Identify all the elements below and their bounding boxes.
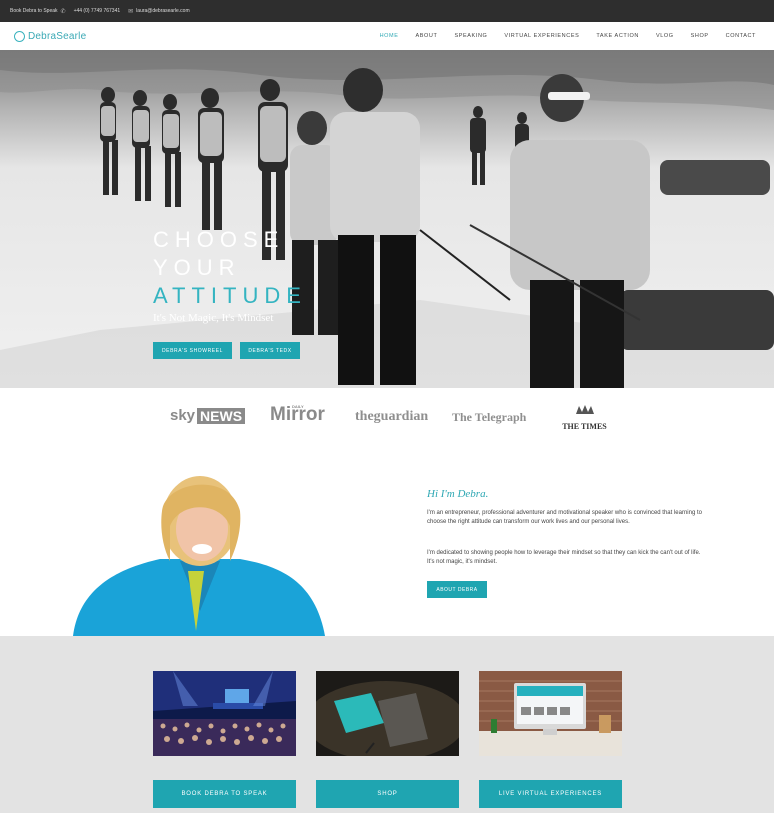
feature-cards: BOOK DEBRA TO SPEAK SHOP LIVE VIRTUAL EX… xyxy=(0,636,774,813)
book-debra-button[interactable]: BOOK DEBRA TO SPEAK xyxy=(153,780,296,808)
phone-number[interactable]: +44 (0) 7749 767341 xyxy=(74,8,121,14)
press-logos-bar: sky NEWS DAILY Mirror theguardian The Te… xyxy=(0,388,774,448)
intro-heading: Hi I'm Debra. xyxy=(427,488,489,500)
logo-second: Searle xyxy=(56,30,87,42)
guardian-logo: theguardian xyxy=(355,409,429,424)
tedx-button[interactable]: DEBRA'S TEDX xyxy=(240,342,300,359)
nav-speaking[interactable]: SPEAKING xyxy=(454,33,487,39)
book-speaker-link[interactable]: Book Debra to Speak ✆ xyxy=(10,8,66,15)
journals-photo xyxy=(316,671,459,756)
nav-menu: HOME ABOUT SPEAKING VIRTUAL EXPERIENCES … xyxy=(380,22,756,50)
logo-text[interactable]: DebraSearle xyxy=(28,31,86,42)
showreel-button[interactable]: DEBRA'S SHOWREEL xyxy=(153,342,232,359)
live-virtual-experiences-button[interactable]: LIVE VIRTUAL EXPERIENCES xyxy=(479,780,622,808)
nav-take-action[interactable]: TAKE ACTION xyxy=(596,33,639,39)
speaking-card-image[interactable] xyxy=(153,671,296,756)
daily-text: DAILY xyxy=(292,404,304,409)
logo-first: Debra xyxy=(28,30,57,42)
hero-title-line2: YOUR xyxy=(153,255,241,280)
nav-about[interactable]: ABOUT xyxy=(416,33,438,39)
nav-vlog[interactable]: VLOG xyxy=(656,33,674,39)
hero-photo xyxy=(0,50,774,388)
daily-mirror-logo: DAILY Mirror xyxy=(270,404,325,426)
stage-audience-photo xyxy=(153,671,296,756)
intro-section: Hi I'm Debra. I'm an entrepreneur, profe… xyxy=(0,448,774,636)
hero-banner: CHOOSE YOUR ATTITUDE It's Not Magic, It'… xyxy=(0,50,774,388)
hero-title-line1: CHOOSE xyxy=(153,227,285,252)
hero-title-line3: ATTITUDE xyxy=(153,283,307,308)
logo-mark-icon xyxy=(14,30,25,42)
phone-link[interactable]: +44 (0) 7749 767341 xyxy=(74,8,121,14)
times-text: THE TIMES xyxy=(562,422,607,431)
intro-paragraph-2: I'm dedicated to showing people how to l… xyxy=(427,550,701,565)
debra-portrait xyxy=(73,476,325,636)
email-address[interactable]: laura@debrasearle.com xyxy=(136,8,189,14)
times-logo: THE TIMES xyxy=(557,404,612,434)
nav-shop[interactable]: SHOP xyxy=(691,33,709,39)
about-debra-button[interactable]: ABOUT DEBRA xyxy=(427,581,487,598)
top-bar: Book Debra to Speak ✆ +44 (0) 7749 76734… xyxy=(0,0,774,22)
phone-icon: ✆ xyxy=(60,8,66,15)
main-navbar: DebraSearle HOME ABOUT SPEAKING VIRTUAL … xyxy=(0,22,774,51)
mail-icon: ✉ xyxy=(128,8,134,15)
site-logo[interactable]: DebraSearle xyxy=(14,30,86,42)
computer-desk-photo xyxy=(479,671,622,756)
virtual-card-image[interactable] xyxy=(479,671,622,756)
hero-title: CHOOSE YOUR ATTITUDE xyxy=(153,226,307,310)
nav-virtual-experiences[interactable]: VIRTUAL EXPERIENCES xyxy=(504,33,579,39)
email-link[interactable]: ✉ laura@debrasearle.com xyxy=(128,8,189,15)
shop-card-image[interactable] xyxy=(316,671,459,756)
news-text: NEWS xyxy=(197,407,246,424)
shop-button[interactable]: SHOP xyxy=(316,780,459,808)
nav-contact[interactable]: CONTACT xyxy=(726,33,756,39)
hero-subtitle: It's Not Magic, It's Mindset xyxy=(153,312,274,324)
intro-paragraph-1: I'm an entrepreneur, professional advent… xyxy=(427,510,702,525)
sky-text: sky xyxy=(170,407,196,424)
sky-news-logo: sky NEWS xyxy=(170,407,246,424)
nav-home[interactable]: HOME xyxy=(380,33,399,39)
crest-icon xyxy=(575,405,594,414)
book-speaker-text[interactable]: Book Debra to Speak xyxy=(10,8,58,14)
telegraph-logo: The Telegraph xyxy=(452,410,527,424)
